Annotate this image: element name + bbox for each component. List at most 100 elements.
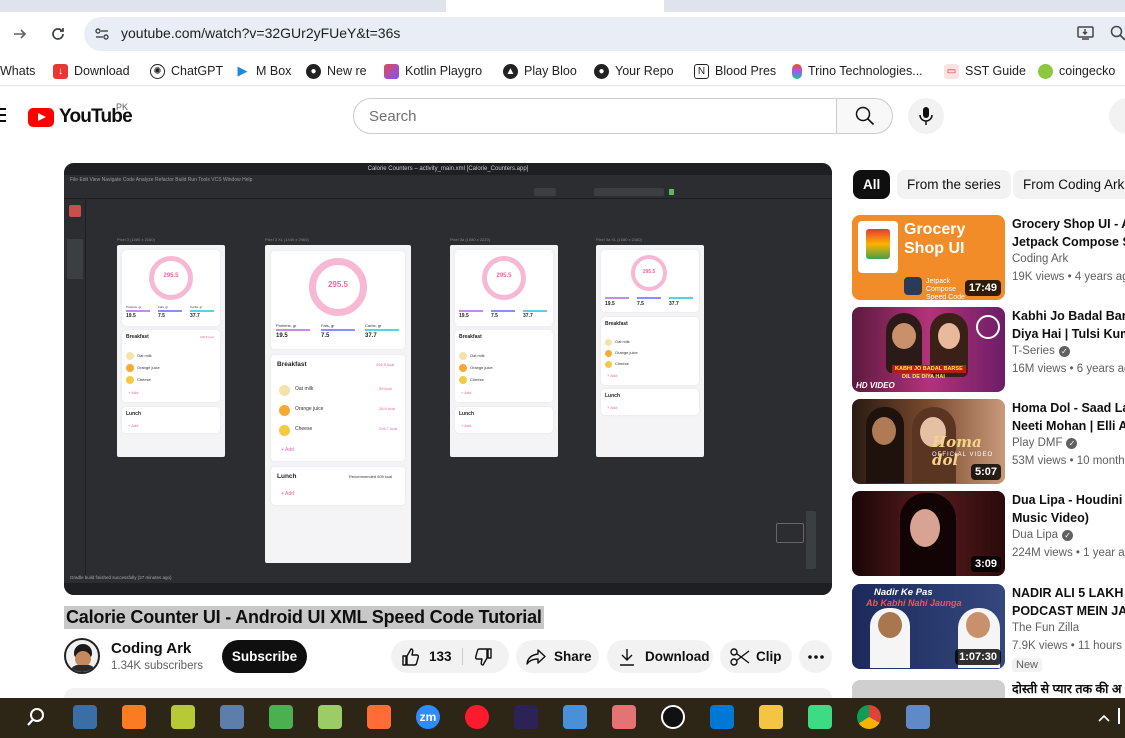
video-title[interactable]: Dua Lipa - Houdini (OMusic Video): [1012, 491, 1125, 527]
dislike-button[interactable]: [473, 647, 493, 670]
download-label: Download: [645, 649, 710, 664]
macro-label: Proteins, gr: [126, 305, 142, 309]
microphone-icon: [919, 107, 933, 125]
video-player[interactable]: Calorie Counters – activity_main.xml [Ca…: [64, 163, 832, 595]
app-icon-6[interactable]: [318, 705, 342, 729]
bookmark-label: Your Repo: [615, 64, 674, 78]
install-app-icon[interactable]: [1077, 25, 1095, 46]
video-thumbnail[interactable]: Homa dol OFFICIAL VIDEO 5:07: [852, 399, 1005, 484]
obs-icon[interactable]: [661, 705, 685, 729]
browser-tab-active[interactable]: [446, 0, 664, 12]
voice-search-button[interactable]: [908, 98, 944, 134]
channel-name[interactable]: Dua Lipa ✓: [1012, 529, 1074, 541]
xampp-icon[interactable]: [122, 705, 146, 729]
recommended-video[interactable]: 3:09 Dua Lipa - Houdini (OMusic Video) D…: [852, 491, 1125, 577]
like-button[interactable]: 133: [391, 647, 452, 667]
bookmark-mbox[interactable]: ▶ M Box: [235, 62, 291, 80]
recommended-video[interactable]: KABHI JO BADAL BARSE DIL DE DIYA HAI HD …: [852, 307, 1125, 393]
recommended-video[interactable]: Grocery Shop UI Jetpack Compose Speed Co…: [852, 215, 1125, 301]
subscribe-button[interactable]: Subscribe: [222, 640, 307, 673]
video-title[interactable]: Kabhi Jo Badal BarsDiya Hai | Tulsi Kuma: [1012, 307, 1125, 343]
vscode-icon[interactable]: [710, 705, 734, 729]
app-icon-11[interactable]: [563, 705, 587, 729]
channel-name[interactable]: Coding Ark: [111, 640, 191, 657]
calorie-value: 295.5: [163, 273, 179, 279]
recommended-video[interactable]: Homa dol OFFICIAL VIDEO 5:07 Homa Dol - …: [852, 399, 1125, 485]
download-button[interactable]: Download: [607, 640, 713, 673]
bookmark-whats[interactable]: Whats: [0, 62, 35, 80]
network-icon[interactable]: [1118, 708, 1125, 724]
clip-button[interactable]: Clip: [720, 640, 792, 673]
more-actions-button[interactable]: [799, 640, 832, 673]
thumbnail-subtext: HD VIDEO: [856, 381, 895, 390]
bookmark-play-bloo[interactable]: ▲ Play Bloo: [503, 62, 577, 80]
bookmark-your-repo[interactable]: ● Your Repo: [594, 62, 674, 80]
video-thumbnail[interactable]: Nadir Ke Pas Ab Kabhi Nahi Jaunga 1:07:3…: [852, 584, 1005, 669]
meal-title: Breakfast: [605, 321, 628, 327]
search-input[interactable]: Search: [353, 98, 837, 134]
browser-tab-inactive[interactable]: [0, 0, 446, 12]
channel-name[interactable]: The Fun Zilla: [1012, 622, 1079, 634]
chip-from-coding-ark[interactable]: From Coding Ark: [1013, 170, 1125, 199]
site-info-icon[interactable]: [94, 26, 110, 47]
eclipse-icon[interactable]: [514, 705, 538, 729]
bookmark-coingecko[interactable]: coingecko: [1038, 62, 1115, 80]
bookmark-blood-pres[interactable]: N Blood Pres: [694, 62, 776, 80]
search-button[interactable]: [836, 98, 893, 134]
meal-title: Lunch: [605, 393, 620, 399]
share-button[interactable]: Share: [516, 640, 599, 673]
bookmark-sst-guide[interactable]: ▭ SST Guide: [944, 62, 1026, 80]
channel-name[interactable]: T-Series ✓: [1012, 345, 1070, 357]
reload-icon[interactable]: [46, 22, 70, 46]
forward-icon[interactable]: [8, 22, 32, 46]
figma-icon: [792, 63, 802, 79]
bookmark-trino[interactable]: Trino Technologies...: [792, 62, 923, 80]
chip-from-the-series[interactable]: From the series: [897, 170, 1011, 199]
app-icon-1[interactable]: [73, 705, 97, 729]
video-thumbnail[interactable]: [852, 680, 1005, 698]
utorrent-icon[interactable]: [269, 705, 293, 729]
item-kcal: 59 kcal: [379, 386, 392, 391]
create-button[interactable]: [1109, 98, 1125, 134]
channel-name[interactable]: Play DMF ✓: [1012, 437, 1078, 449]
zoom-icon[interactable]: zm: [416, 705, 440, 729]
android-studio-icon[interactable]: [808, 705, 832, 729]
bookmark-new-re[interactable]: ● New re: [306, 62, 367, 80]
recommended-video[interactable]: दोस्ती से प्यार तक की अ: [852, 680, 1125, 698]
postman-icon[interactable]: [367, 705, 391, 729]
search-placeholder: Search: [369, 108, 417, 125]
zoom-icon[interactable]: [1110, 25, 1125, 46]
video-title[interactable]: Homa Dol - Saad LamNeeti Mohan | Elli Av: [1012, 399, 1125, 435]
chip-all[interactable]: All: [853, 170, 891, 199]
video-thumbnail[interactable]: 3:09: [852, 491, 1005, 576]
channel-name[interactable]: Coding Ark: [1012, 253, 1068, 265]
video-thumbnail[interactable]: KABHI JO BADAL BARSE DIL DE DIYA HAI HD …: [852, 307, 1005, 392]
opera-icon[interactable]: [465, 705, 489, 729]
video-title[interactable]: दोस्ती से प्यार तक की अ: [1012, 680, 1125, 698]
chrome-icon[interactable]: [857, 705, 881, 729]
url-text[interactable]: youtube.com/watch?v=32GUr2yFUeY&t=36s: [121, 25, 400, 41]
youtube-logo[interactable]: YouTube PK: [28, 102, 133, 128]
device-label: Pixel 3 (1080 x 2160): [117, 237, 155, 242]
device-label: Pixel 3a XL (1080 x 2160): [596, 237, 642, 242]
folder-icon[interactable]: [759, 705, 783, 729]
app-icon-4[interactable]: [220, 705, 244, 729]
video-title[interactable]: NADIR ALI 5 LAKH D PODCAST MEIN JAC: [1012, 584, 1125, 620]
channel-avatar[interactable]: [64, 638, 100, 674]
app-icon-18[interactable]: [906, 705, 930, 729]
hamburger-menu-icon[interactable]: [0, 108, 6, 122]
system-tray-chevron-icon[interactable]: [1097, 710, 1111, 728]
app-icon-3[interactable]: [171, 705, 195, 729]
app-icon-12[interactable]: [612, 705, 636, 729]
video-title[interactable]: Grocery Shop UI - AnJetpack Compose S: [1012, 215, 1125, 251]
like-divider: [462, 648, 463, 665]
bookmark-download[interactable]: ↓ Download: [53, 62, 130, 80]
bookmark-chatgpt[interactable]: ✺ ChatGPT: [150, 62, 223, 80]
bookmark-kotlin[interactable]: Kotlin Playgro: [384, 62, 482, 80]
video-thumbnail[interactable]: Grocery Shop UI Jetpack Compose Speed Co…: [852, 215, 1005, 300]
search-icon[interactable]: [24, 705, 48, 729]
food-item: Orange juice: [615, 350, 638, 355]
address-bar[interactable]: youtube.com/watch?v=32GUr2yFUeY&t=36s: [84, 17, 1125, 51]
bookmark-label: Play Bloo: [524, 64, 577, 78]
recommended-video[interactable]: Nadir Ke Pas Ab Kabhi Nahi Jaunga 1:07:3…: [852, 584, 1125, 672]
